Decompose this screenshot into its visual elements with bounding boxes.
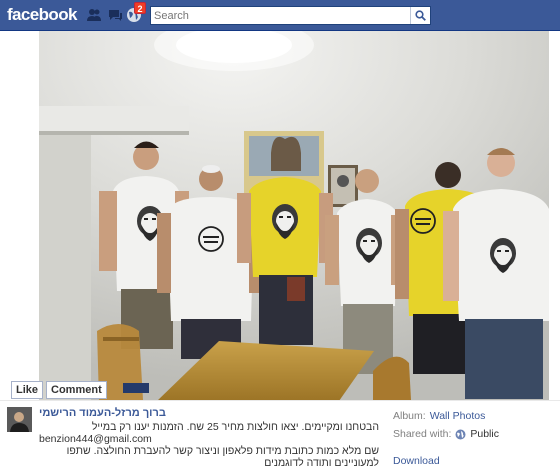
photo-info: ברוך מרזל-העמוד הרישמי הבטחנו ומקיימים. …	[0, 400, 560, 469]
download-link[interactable]: Download	[393, 455, 440, 467]
album-label: Album:	[393, 410, 426, 422]
top-bar: facebook 2	[0, 0, 560, 31]
caption-email: benzion444@gmail.com	[39, 433, 152, 445]
search-icon	[415, 10, 426, 21]
caption-line: הבטחנו ומקיימים. יצאו חולצות מחיר 25 שח.…	[91, 421, 379, 433]
photo-details: Album: Wall Photos Shared with: Public D…	[393, 407, 553, 467]
globe-icon	[455, 429, 466, 439]
comment-button[interactable]: Comment	[46, 381, 107, 399]
friend-requests-icon[interactable]	[86, 7, 102, 23]
photo-stage: Like Comment	[0, 31, 560, 400]
privacy-value: Public	[470, 428, 499, 440]
photo[interactable]	[39, 31, 549, 400]
search-box	[150, 6, 431, 25]
avatar[interactable]	[7, 407, 32, 432]
photo-caption: הבטחנו ומקיימים. יצאו חולצות מחיר 25 שח.…	[39, 421, 379, 469]
search-input[interactable]	[151, 7, 411, 24]
notification-count-badge[interactable]: 2	[134, 2, 146, 14]
like-button[interactable]: Like	[11, 381, 44, 399]
privacy-selector[interactable]: Public	[455, 428, 499, 440]
caption-line: שם מלא כמות כתובת מידות פלאפון וניצור קש…	[66, 445, 379, 457]
caption-line: למעוניינים ותודה לדוגמנים	[264, 457, 379, 469]
search-button[interactable]	[410, 7, 430, 24]
album-link[interactable]: Wall Photos	[430, 410, 486, 422]
messages-icon[interactable]	[107, 7, 123, 23]
post-owner-name[interactable]: ברוך מרזל-העמוד הרישמי	[39, 407, 359, 419]
shared-row: Shared with: Public	[393, 425, 553, 443]
album-row: Album: Wall Photos	[393, 407, 553, 425]
shared-label: Shared with:	[393, 428, 452, 440]
facebook-logo[interactable]: facebook	[7, 5, 77, 25]
photo-actions: Like Comment	[11, 381, 107, 400]
